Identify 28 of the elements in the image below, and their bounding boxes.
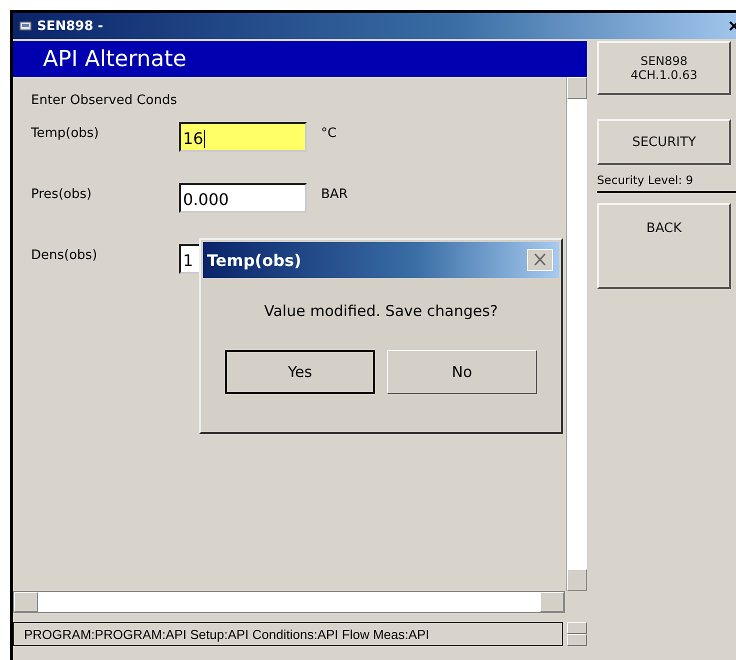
input-field[interactable]: 16 [179, 122, 307, 152]
dialog-button[interactable]: No [387, 350, 537, 394]
field-label: Pres(obs) [31, 186, 93, 202]
vertical-scrollbar[interactable] [566, 77, 587, 591]
screen-title: API Alternate [43, 46, 186, 72]
security-level: Security Level: 9 [597, 173, 736, 193]
dialog-button[interactable]: Yes [225, 350, 375, 394]
horizontal-scrollbar[interactable] [13, 591, 565, 613]
scroll-left-button[interactable] [14, 592, 38, 612]
field-label: Temp(obs) [31, 125, 100, 141]
unit-label: °C [321, 125, 337, 141]
field-label: Dens(obs) [31, 247, 98, 263]
scroll-down-button[interactable] [567, 569, 587, 591]
device-button[interactable]: SEN898 4CH.1.0.63 [597, 41, 731, 95]
back-button[interactable]: BACK [597, 203, 731, 289]
security-button[interactable]: SECURITY [597, 119, 731, 165]
status-path: PROGRAM:PROGRAM:API Setup:API Conditions:API Flow Meas:API [13, 622, 564, 646]
spin-control[interactable] [567, 622, 587, 646]
window-title: SEN898 - [37, 18, 104, 34]
unit-label: BAR [321, 186, 348, 202]
close-icon[interactable] [728, 20, 736, 32]
scroll-up-button[interactable] [567, 77, 587, 99]
window-icon [19, 20, 33, 32]
form-heading: Enter Observed Conds [31, 93, 178, 108]
scroll-right-button[interactable] [540, 592, 564, 612]
dialog-title: Temp(obs) [207, 250, 302, 270]
dialog-message: Value modified. Save changes? [263, 302, 499, 320]
input-field[interactable]: 0.000 [179, 183, 307, 213]
